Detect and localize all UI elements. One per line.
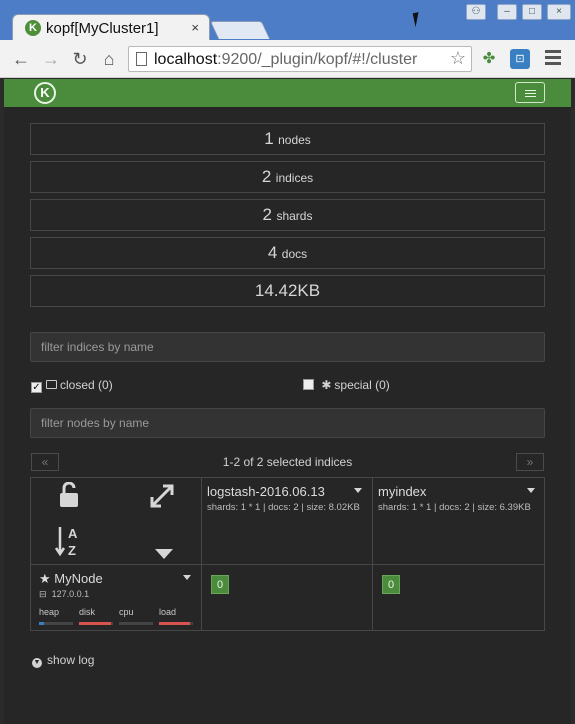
index-name[interactable]: myindex [378,484,426,499]
shards-stat: 2 shards [30,199,545,231]
cluster-overview-grid: AZ logstash-2016.06.13 shards: 1 * 1 | d… [30,477,545,631]
extension-leaf-icon[interactable]: ✤ [479,49,499,69]
closed-label: closed (0) [60,378,113,392]
sort-alpha-icon[interactable]: AZ [54,525,85,564]
star-icon: ★ [39,571,51,586]
next-page-button[interactable]: » [516,453,544,471]
index-dropdown-icon[interactable] [354,488,362,493]
window-minimize-icon[interactable]: – [497,4,517,20]
kopf-logo-icon[interactable]: K [34,82,56,104]
chevron-down-icon: ▼ [32,658,42,668]
node-dropdown-icon[interactable] [183,575,191,580]
node-cell: ★ MyNode ⊟ 127.0.0.1 heap disk cpu load [31,565,202,630]
index-dropdown-icon[interactable] [527,488,535,493]
folder-icon [46,380,57,389]
nodes-stat: 1 nodes [30,123,545,155]
window-user-icon[interactable]: ⚇ [466,4,486,20]
index-meta: shards: 1 * 1 | docs: 2 | size: 8.02KB [207,502,360,513]
previous-page-button[interactable]: « [31,453,59,471]
cpu-label: cpu [119,607,134,617]
disk-gauge [79,622,113,625]
home-icon[interactable]: ⌂ [98,48,120,70]
closed-checkbox[interactable]: ✓ [31,382,42,393]
heap-gauge [39,622,73,625]
special-label: special (0) [334,378,390,392]
browser-menu-icon[interactable] [545,50,561,68]
caret-down-icon[interactable] [155,538,173,566]
forward-arrow-icon[interactable]: → [40,48,62,70]
browser-tab[interactable]: K kopf[MyCluster1] × [12,14,210,42]
filter-indices-input[interactable]: filter indices by name [30,332,545,362]
unlock-icon[interactable] [59,481,79,515]
filter-nodes-input[interactable]: filter nodes by name [30,408,545,438]
url-text: localhost:9200/_plugin/kopf/#!/cluster [154,51,418,68]
address-bar[interactable]: localhost:9200/_plugin/kopf/#!/cluster ☆ [128,46,472,72]
extension-box-icon[interactable]: ⊡ [510,49,530,69]
index-header-myindex: myindex shards: 1 * 1 | docs: 2 | size: … [373,478,545,565]
pagination-info: 1-2 of 2 selected indices [222,455,353,469]
indices-stat: 2 indices [30,161,545,193]
app-navbar: K [4,79,571,107]
server-icon: ⊟ [39,589,47,599]
cluster-page: 1 nodes 2 indices 2 shards 4 docs 14.42K… [4,107,571,724]
expand-icon[interactable] [149,483,175,516]
load-label: load [159,607,177,617]
special-filter[interactable]: ✱ special (0) [303,378,390,392]
reload-icon[interactable]: ↻ [69,48,91,70]
size-stat: 14.42KB [30,275,545,307]
svg-text:A: A [68,526,78,541]
cpu-gauge [119,622,153,625]
window-maximize-icon[interactable]: □ [522,4,542,20]
show-log-toggle[interactable]: ▼ show log [32,653,94,668]
page-icon [136,52,147,66]
index-name[interactable]: logstash-2016.06.13 [207,484,325,499]
index-meta: shards: 1 * 1 | docs: 2 | size: 6.39KB [378,502,531,513]
shard-cell-myindex: 0 [373,565,545,630]
closed-filter[interactable]: ✓ closed (0) [31,378,113,393]
index-header-logstash: logstash-2016.06.13 shards: 1 * 1 | docs… [202,478,373,565]
load-gauge [159,622,193,625]
disk-label: disk [79,607,96,617]
node-ip: ⊟ 127.0.0.1 [39,589,90,599]
tab-close-icon[interactable]: × [191,20,199,35]
svg-text:Z: Z [68,543,76,557]
docs-stat: 4 docs [30,237,545,269]
window-close-icon[interactable]: × [547,4,571,20]
node-name[interactable]: ★ MyNode [39,571,103,587]
show-log-label: show log [47,653,95,667]
shard-badge[interactable]: 0 [382,575,400,594]
asterisk-icon: ✱ [321,378,332,392]
bookmark-star-icon[interactable]: ☆ [450,48,466,69]
kopf-favicon-icon: K [25,20,41,36]
shard-badge[interactable]: 0 [211,575,229,594]
grid-controls-cell: AZ [31,478,202,565]
new-tab-button[interactable] [209,21,271,39]
mouse-cursor-icon [412,10,428,28]
browser-titlebar: K kopf[MyCluster1] × ⚇ – □ × [0,0,575,42]
tab-title: kopf[MyCluster1] [46,20,159,37]
heap-label: heap [39,607,60,617]
special-checkbox[interactable] [303,379,314,390]
browser-toolbar: ← → ↻ ⌂ localhost:9200/_plugin/kopf/#!/c… [0,40,575,78]
navbar-menu-icon[interactable] [515,82,545,103]
shard-cell-logstash: 0 [202,565,373,630]
back-arrow-icon[interactable]: ← [10,48,32,70]
